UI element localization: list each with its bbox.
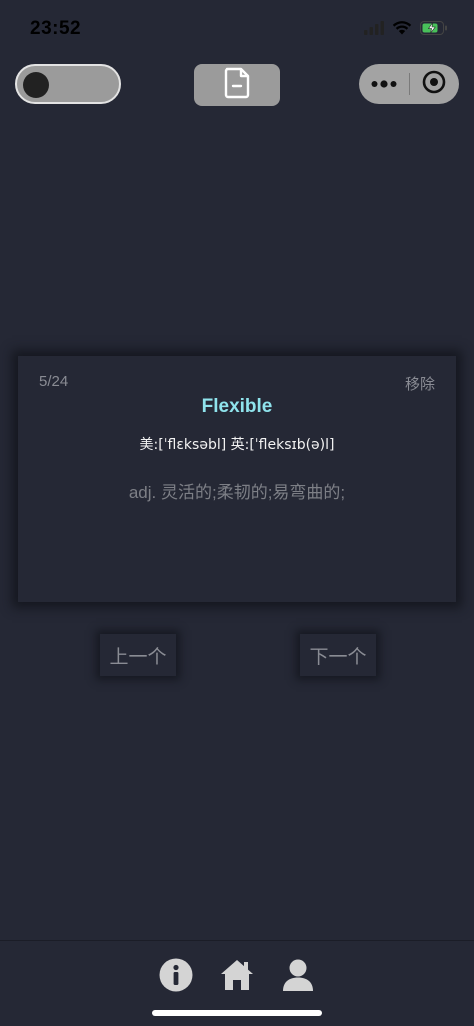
home-icon — [219, 960, 255, 997]
word-card: 5/24 移除 Flexible 美:[ˈflɛksəbl] 英:[ˈfleks… — [18, 356, 456, 602]
more-dots-icon — [371, 75, 397, 93]
home-indicator — [152, 1010, 322, 1016]
card-meaning: adj. 灵活的;柔韧的;易弯曲的; — [128, 483, 346, 502]
user-icon — [280, 959, 316, 997]
tab-info[interactable] — [158, 957, 194, 993]
tab-profile[interactable] — [280, 957, 316, 993]
status-icons — [364, 20, 448, 40]
mini-program-capsule — [359, 64, 459, 104]
info-icon — [158, 958, 194, 997]
next-button[interactable]: 下一个 — [300, 634, 376, 676]
more-button[interactable] — [359, 64, 409, 104]
target-close-icon — [422, 70, 446, 99]
toggle-knob — [23, 72, 49, 98]
document-button[interactable] — [194, 64, 280, 106]
cellular-signal-icon — [364, 20, 384, 40]
card-phonetic: 美:[ˈflɛksəbl] 英:[ˈfleksɪb(ə)l] — [139, 437, 335, 453]
status-bar: 23:52 — [0, 0, 474, 56]
battery-charging-icon — [420, 20, 448, 40]
card-word: Flexible — [201, 396, 273, 417]
document-minus-icon — [223, 67, 251, 104]
close-button[interactable] — [409, 64, 459, 104]
tab-home[interactable] — [219, 957, 255, 993]
mode-toggle[interactable] — [15, 64, 121, 104]
remove-button[interactable]: 移除 — [405, 373, 435, 394]
prev-button[interactable]: 上一个 — [100, 634, 176, 676]
card-counter: 5/24 — [39, 373, 69, 390]
status-time: 23:52 — [30, 18, 82, 39]
wifi-icon — [392, 20, 412, 40]
